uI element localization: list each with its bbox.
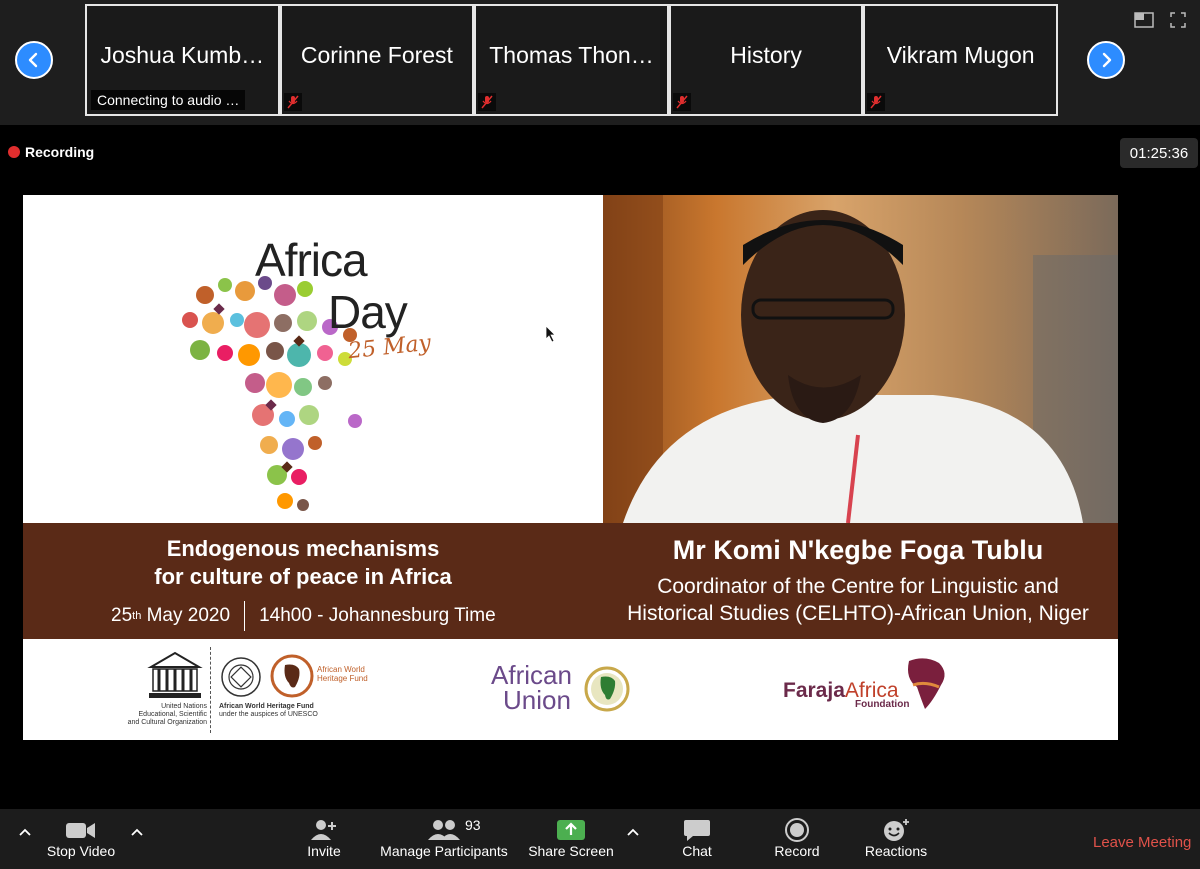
participant-name: History xyxy=(730,41,802,68)
zoom-meeting-window: Joshua Kumb… Connecting to audio … Corin… xyxy=(0,0,1200,869)
speaker-portrait-icon xyxy=(603,195,1118,523)
participant-count-badge: 93 xyxy=(465,817,481,833)
audio-options-caret-icon[interactable] xyxy=(18,827,32,837)
participant-strip: Joshua Kumb… Connecting to audio … Corin… xyxy=(0,0,1200,125)
logo-divider xyxy=(210,647,211,733)
leave-meeting-button[interactable]: Leave Meeting xyxy=(1093,834,1191,851)
talk-topic-line-1: Endogenous mechanisms xyxy=(166,536,440,561)
stop-video-button[interactable]: Stop Video xyxy=(40,809,122,869)
speaker-name: Mr Komi N'kegbe Foga Tublu xyxy=(672,535,1044,565)
recording-label: Recording xyxy=(25,144,95,160)
fullscreen-icon[interactable] xyxy=(1170,12,1186,28)
manage-participants-label: Manage Participants xyxy=(380,843,508,859)
participant-tile[interactable]: Corinne Forest xyxy=(281,6,473,114)
faraja-africa-emblem xyxy=(908,658,945,709)
video-options-caret-icon[interactable] xyxy=(130,827,144,837)
record-label: Record xyxy=(774,843,820,859)
africa-day-logo-area: Africa Day 25 May xyxy=(23,195,603,523)
share-screen-button[interactable]: Share Screen xyxy=(526,809,616,869)
video-camera-icon xyxy=(65,809,97,843)
speaker-role-line-2: Historical Studies (CELHTO)-African Unio… xyxy=(627,602,1089,625)
audio-status-label: Connecting to audio … xyxy=(91,90,246,110)
african-union-emblem xyxy=(584,666,630,712)
awhf-title: African World Heritage Fund xyxy=(317,665,368,683)
invite-label: Invite xyxy=(307,843,341,859)
faraja-wordmark-part-1: Faraja xyxy=(783,679,845,702)
talk-topic: Endogenous mechanisms for culture of pea… xyxy=(83,535,523,591)
world-heritage-emblem xyxy=(221,657,261,697)
share-screen-icon xyxy=(556,809,586,843)
next-page-button[interactable] xyxy=(1087,41,1125,79)
reactions-label: Reactions xyxy=(864,843,928,859)
african-union-wordmark: African Union xyxy=(491,662,572,715)
view-layout-icon[interactable] xyxy=(1134,12,1154,28)
record-button[interactable]: Record xyxy=(770,809,824,869)
participant-name: Corinne Forest xyxy=(300,41,453,68)
muted-mic-icon xyxy=(478,93,497,111)
talk-date-day: 25 xyxy=(111,605,133,626)
participant-name: Thomas Thon… xyxy=(489,41,654,68)
awhf-caption-line-2: under the auspices of UNESCO xyxy=(219,711,318,718)
meeting-timer: 01:25:36 xyxy=(1120,138,1198,168)
speaker-role: Coordinator of the Centre for Linguistic… xyxy=(613,573,1103,627)
participant-name: Joshua Kumb… xyxy=(100,41,265,68)
share-options-caret-icon[interactable] xyxy=(626,827,640,837)
participant-tile[interactable]: Joshua Kumb… Connecting to audio … xyxy=(87,6,278,114)
recording-dot-icon xyxy=(8,146,20,158)
awhf-caption: African World Heritage Fund under the au… xyxy=(219,703,318,719)
meeting-toolbar: Stop Video Invite Manage Participants 93… xyxy=(0,809,1200,869)
speaker-role-line-1: Coordinator of the Centre for Linguistic… xyxy=(657,575,1059,598)
unesco-caption: United Nations Educational, Scientific a… xyxy=(127,703,207,726)
speaker-photo xyxy=(603,195,1118,523)
africa-day-title: Africa xyxy=(255,234,368,286)
participants-icon xyxy=(428,809,460,843)
participant-tiles: Joshua Kumb… Connecting to audio … Corin… xyxy=(85,4,1058,116)
mouse-cursor-icon xyxy=(545,325,556,343)
talk-date-suffix: th xyxy=(132,610,142,622)
unesco-logo xyxy=(147,651,203,698)
awhf-caption-line-1: African World Heritage Fund xyxy=(219,703,314,710)
participant-tile[interactable]: History xyxy=(670,6,862,114)
muted-mic-icon xyxy=(672,93,691,111)
participant-tile[interactable]: Vikram Mugon xyxy=(865,6,1056,114)
awhf-logo xyxy=(270,654,314,698)
participant-name: Vikram Mugon xyxy=(886,41,1035,68)
african-union-line-2: Union xyxy=(503,685,571,715)
muted-mic-icon xyxy=(867,93,886,111)
recording-indicator[interactable]: Recording xyxy=(8,144,94,160)
participant-tile[interactable]: Thomas Thon… xyxy=(476,6,667,114)
africa-day-subtitle: Day xyxy=(328,286,408,338)
date-separator xyxy=(244,601,246,631)
talk-date-time: 25th May 2020 14h00 - Johannesburg Time xyxy=(111,601,496,631)
talk-time: 14h00 - Johannesburg Time xyxy=(259,605,496,626)
manage-participants-button[interactable]: Manage Participants xyxy=(378,809,510,869)
share-screen-label: Share Screen xyxy=(528,843,614,859)
chevron-right-icon xyxy=(1102,52,1112,68)
chat-button[interactable]: Chat xyxy=(675,809,719,869)
talk-date-month: May 2020 xyxy=(141,605,231,626)
talk-topic-line-2: for culture of peace in Africa xyxy=(154,564,452,589)
previous-page-button[interactable] xyxy=(15,41,53,79)
chat-label: Chat xyxy=(682,843,712,859)
shared-screen: Africa Day 25 May Endogenous mechanisms … xyxy=(23,195,1118,740)
reactions-button[interactable]: Reactions xyxy=(862,809,930,869)
stop-video-label: Stop Video xyxy=(46,843,116,859)
muted-mic-icon xyxy=(283,93,302,111)
chat-bubble-icon xyxy=(683,809,711,843)
record-icon xyxy=(783,809,811,843)
chevron-left-icon xyxy=(28,52,38,68)
smiley-plus-icon xyxy=(881,809,911,843)
invite-button[interactable]: Invite xyxy=(300,809,348,869)
add-user-icon xyxy=(310,809,338,843)
view-controls xyxy=(1134,12,1186,28)
